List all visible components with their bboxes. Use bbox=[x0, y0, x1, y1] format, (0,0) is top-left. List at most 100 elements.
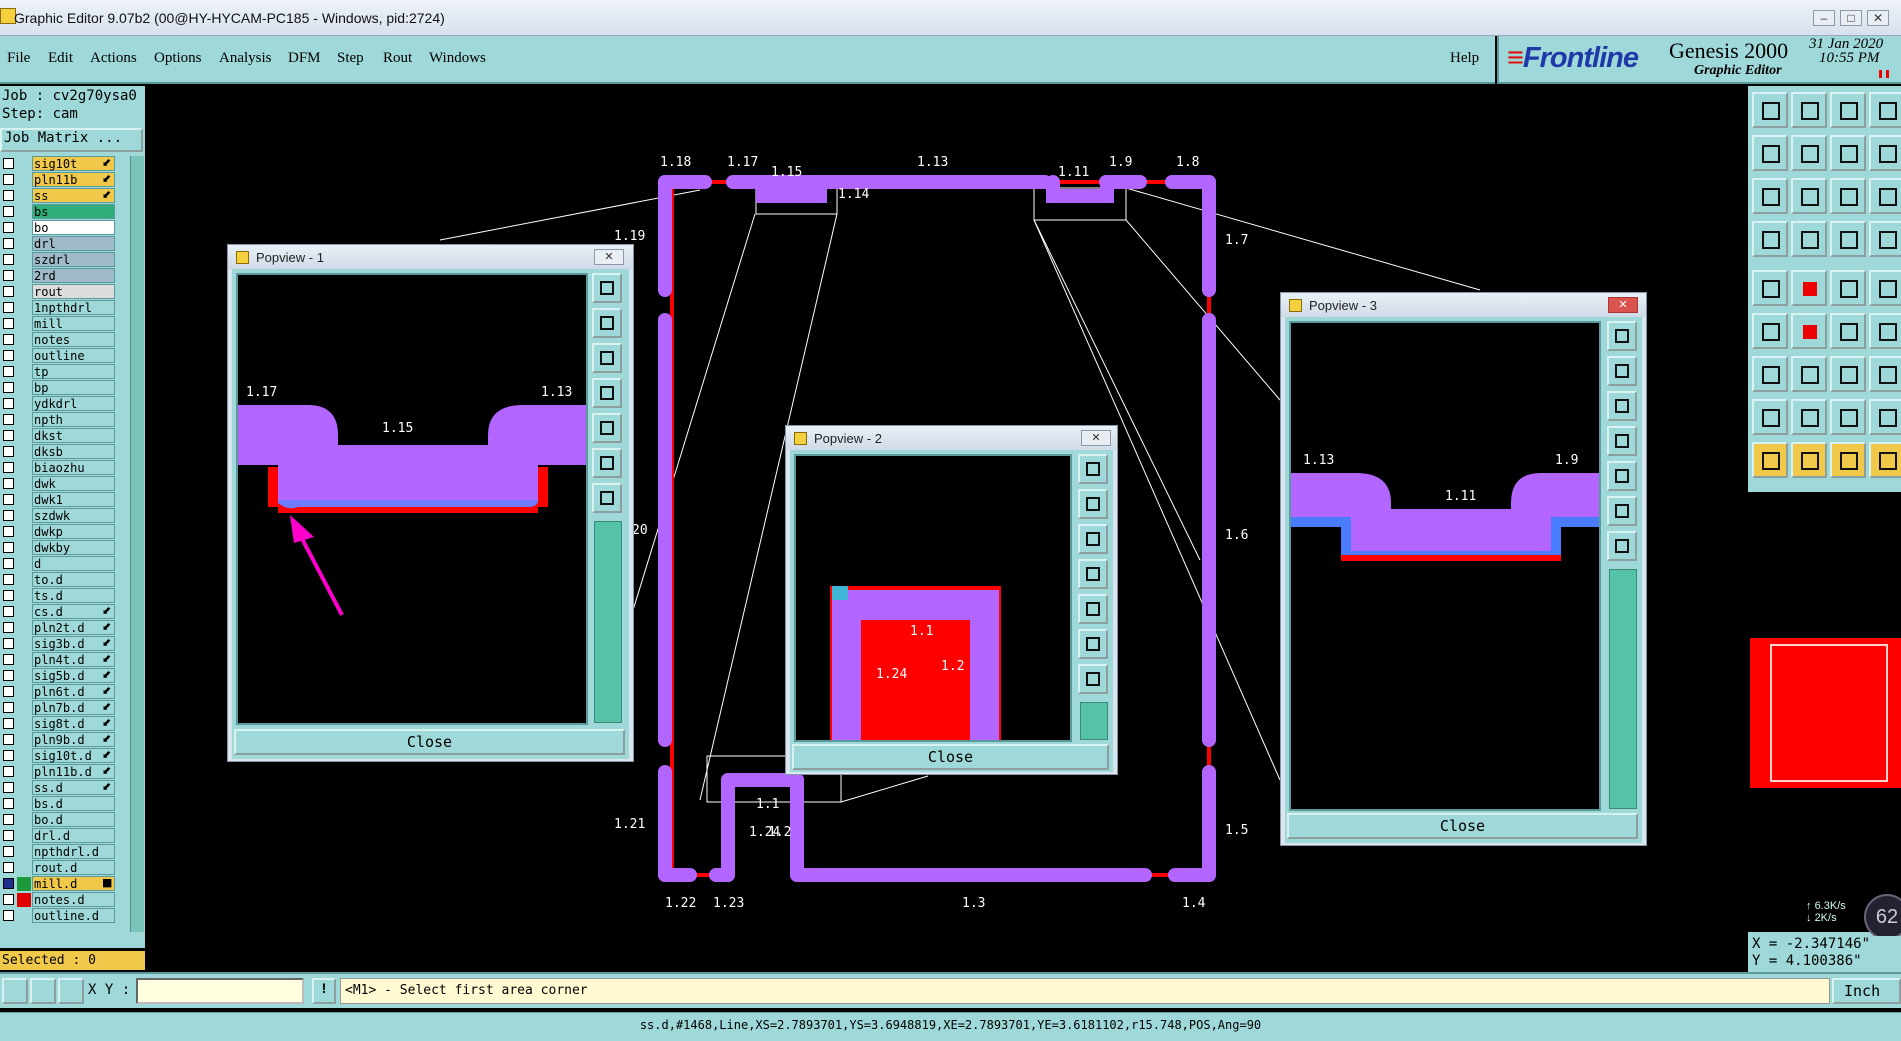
clock-time: 10:55 PM bbox=[1819, 50, 1880, 66]
info-icon[interactable]: ! bbox=[312, 978, 336, 1004]
popview-1-titlebar[interactable]: Popview - 1 ✕ bbox=[228, 245, 633, 269]
popview-2-pan-right-button[interactable] bbox=[1078, 594, 1108, 624]
select-box-tool-icon[interactable] bbox=[1830, 442, 1866, 478]
popview-3-window[interactable]: Popview - 3 ✕ 1.13 1.11 1.9 Close bbox=[1280, 292, 1647, 846]
redo-tool-icon[interactable] bbox=[1869, 135, 1901, 171]
popview-icon bbox=[794, 432, 807, 445]
popview-3-label-1-9: 1.9 bbox=[1555, 453, 1578, 468]
popview-3-fit-button[interactable] bbox=[1607, 321, 1637, 351]
popview-3-body: 1.13 1.11 1.9 Close bbox=[1285, 317, 1642, 843]
close-window-button[interactable]: ✕ bbox=[1867, 10, 1889, 26]
move-tool-icon[interactable] bbox=[1752, 356, 1788, 392]
popview-2-titlebar[interactable]: Popview - 2 ✕ bbox=[786, 426, 1117, 450]
step-out-tool-icon[interactable] bbox=[1791, 135, 1827, 171]
popview-1-view[interactable]: 1.17 1.15 1.13 bbox=[236, 273, 588, 725]
popview-1-pan-left-button[interactable] bbox=[592, 378, 622, 408]
arc-tool-icon[interactable] bbox=[1830, 313, 1866, 349]
label-1-11: 1.11 bbox=[1058, 165, 1089, 180]
popview-1-window[interactable]: Popview - 1 ✕ 1.17 1.15 1.13 Close bbox=[227, 244, 634, 762]
popview-2-body: 1.1 1.24 1.2 Close bbox=[790, 450, 1113, 772]
popview-1-pan-up-button[interactable] bbox=[592, 308, 622, 338]
popview-2-view[interactable]: 1.1 1.24 1.2 bbox=[794, 454, 1072, 742]
popview-2-zoom-in-button[interactable] bbox=[1078, 629, 1108, 659]
status-bar: ss.d,#1468,Line,XS=2.7893701,YS=3.694881… bbox=[0, 1012, 1901, 1041]
resize-tool-icon[interactable] bbox=[1869, 399, 1901, 435]
pointer-tool-icon[interactable] bbox=[1752, 442, 1788, 478]
minimize-button[interactable]: – bbox=[1813, 10, 1835, 26]
contour-tool-icon[interactable] bbox=[1869, 356, 1901, 392]
popview-3-view[interactable]: 1.13 1.11 1.9 bbox=[1289, 321, 1601, 811]
select-arrow-tool-icon[interactable] bbox=[1791, 442, 1827, 478]
popview-3-pan-left-button[interactable] bbox=[1607, 426, 1637, 456]
overview-thumbnail[interactable] bbox=[1750, 638, 1901, 788]
save-tool-icon[interactable] bbox=[1791, 92, 1827, 128]
popview-1-zoom: 1.17 1.15 1.13 bbox=[238, 385, 586, 616]
popview-1-fit-button[interactable] bbox=[592, 273, 622, 303]
cut-tool-icon[interactable] bbox=[1830, 399, 1866, 435]
popview-1-zoom-in-button[interactable] bbox=[592, 448, 622, 478]
popview-3-close-button[interactable]: Close bbox=[1287, 813, 1638, 839]
label-1-15: 1.15 bbox=[771, 165, 802, 180]
route-tool-icon[interactable] bbox=[1869, 313, 1901, 349]
scale-tool-icon[interactable] bbox=[1830, 178, 1866, 214]
help-tool-icon[interactable] bbox=[1869, 178, 1901, 214]
popview-3-pan-right-button[interactable] bbox=[1607, 461, 1637, 491]
popview-2-scrollbar[interactable] bbox=[1080, 702, 1108, 740]
popview-2-pan-up-button[interactable] bbox=[1078, 489, 1108, 519]
label-1-13: 1.13 bbox=[917, 155, 948, 170]
coord-x: X = -2.347146" bbox=[1752, 936, 1871, 952]
copy-tool-icon[interactable] bbox=[1791, 356, 1827, 392]
popview-2-fit-button[interactable] bbox=[1078, 454, 1108, 484]
maximize-button[interactable]: □ bbox=[1840, 10, 1862, 26]
snap-tool-icon[interactable] bbox=[1752, 221, 1788, 257]
popview-2-zoom-out-button[interactable] bbox=[1078, 664, 1108, 694]
grid-tool-icon[interactable] bbox=[1791, 221, 1827, 257]
popview-3-close-icon[interactable]: ✕ bbox=[1608, 297, 1638, 313]
popview-2-pan-left-button[interactable] bbox=[1078, 559, 1108, 589]
feature-tool-icon[interactable] bbox=[1869, 270, 1901, 306]
label-1-22: 1.22 bbox=[665, 896, 696, 911]
popview-1-scrollbar[interactable] bbox=[594, 521, 622, 723]
popview-3-titlebar[interactable]: Popview - 3 ✕ bbox=[1281, 293, 1646, 317]
grid-icon[interactable] bbox=[58, 978, 84, 1004]
label-1-19: 1.19 bbox=[614, 229, 645, 244]
popview-2-close-button[interactable]: Close bbox=[792, 744, 1109, 770]
rotate-tool-icon[interactable] bbox=[1830, 356, 1866, 392]
popview-1-close-button[interactable]: Close bbox=[234, 729, 625, 755]
popview-3-zoom-in-button[interactable] bbox=[1607, 496, 1637, 526]
pan-tool-icon[interactable] bbox=[1791, 178, 1827, 214]
step-in-tool-icon[interactable] bbox=[1752, 135, 1788, 171]
mirror-tool-icon[interactable] bbox=[1791, 270, 1827, 306]
delete-tool-icon[interactable] bbox=[1791, 313, 1827, 349]
popview-3-scrollbar[interactable] bbox=[1609, 569, 1637, 809]
network-speed: ↑ 6.3K/s ↓ 2K/s 62 bbox=[1806, 894, 1901, 940]
popview-1-close-icon[interactable]: ✕ bbox=[594, 249, 624, 265]
measure-icon[interactable] bbox=[30, 978, 56, 1004]
popview-1-pan-right-button[interactable] bbox=[592, 413, 622, 443]
popview-2-window[interactable]: Popview - 2 ✕ 1.1 1.24 1.2 Close bbox=[785, 425, 1118, 775]
xy-input[interactable] bbox=[136, 978, 304, 1004]
popview-2-close-icon[interactable]: ✕ bbox=[1081, 430, 1111, 446]
measure-tool-icon[interactable] bbox=[1830, 221, 1866, 257]
open-tool-icon[interactable] bbox=[1752, 92, 1788, 128]
line-tool-icon[interactable] bbox=[1830, 270, 1866, 306]
popview-1-pan-down-button[interactable] bbox=[592, 343, 622, 373]
color-tool-icon[interactable] bbox=[1869, 221, 1901, 257]
warning-tool-icon[interactable] bbox=[1752, 399, 1788, 435]
select-tool-icon[interactable] bbox=[1752, 270, 1788, 306]
layout-tool-icon[interactable] bbox=[1869, 92, 1901, 128]
coord-y: Y = 4.100386" bbox=[1752, 953, 1862, 969]
undo-tool-icon[interactable] bbox=[1830, 135, 1866, 171]
popview-1-zoom-out-button[interactable] bbox=[592, 483, 622, 513]
fit-tool-icon[interactable] bbox=[1752, 178, 1788, 214]
home-tool-icon[interactable] bbox=[1830, 92, 1866, 128]
multi-select-tool-icon[interactable] bbox=[1869, 442, 1901, 478]
popview-3-pan-down-button[interactable] bbox=[1607, 391, 1637, 421]
popview-3-zoom-out-button[interactable] bbox=[1607, 531, 1637, 561]
unit-selector[interactable]: Inch bbox=[1832, 978, 1901, 1004]
trace-tool-icon[interactable] bbox=[1791, 399, 1827, 435]
popview-2-pan-down-button[interactable] bbox=[1078, 524, 1108, 554]
popview-3-pan-up-button[interactable] bbox=[1607, 356, 1637, 386]
snap-icon[interactable] bbox=[2, 978, 28, 1004]
connect-tool-icon[interactable] bbox=[1752, 313, 1788, 349]
